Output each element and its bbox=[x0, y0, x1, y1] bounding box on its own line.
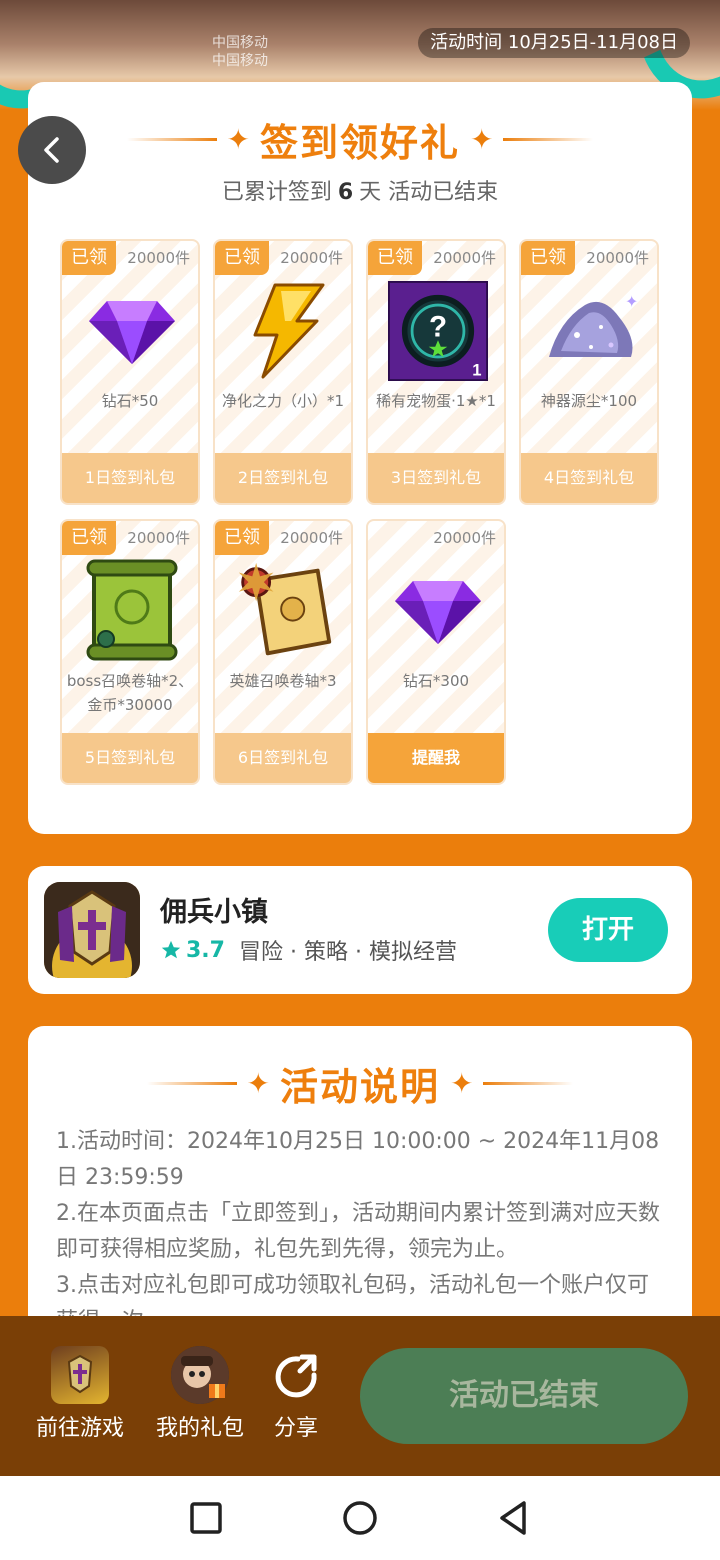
gift-name: 神器源尘*100 bbox=[540, 392, 638, 410]
gift-card-day3[interactable]: 已领 20000件 ? 1 稀有宠物蛋·1★*1 3日签到礼包 bbox=[366, 239, 506, 505]
claimed-tag: 已领 bbox=[521, 241, 575, 275]
app-name: 佣兵小镇 bbox=[160, 897, 268, 928]
signin-title-row: ✦ 签到领好礼 ✦ bbox=[28, 112, 692, 167]
back-button[interactable] bbox=[18, 116, 86, 184]
gift-name: 英雄召唤卷轴*3 bbox=[229, 672, 337, 690]
gift-card-day7[interactable]: 20000件 钻石*300 提醒我 bbox=[366, 519, 506, 785]
gift-button[interactable]: 3日签到礼包 bbox=[368, 453, 504, 503]
description-title-row: ✦ 活动说明 ✦ bbox=[28, 1056, 692, 1111]
share-button[interactable]: 分享 bbox=[266, 1346, 326, 1442]
app-meta: 3.7 冒险 · 策略 · 模拟经营 bbox=[160, 934, 457, 966]
gift-button[interactable]: 4日签到礼包 bbox=[521, 453, 657, 503]
gift-name: 钻石*300 bbox=[402, 672, 470, 690]
gift-name: 稀有宠物蛋·1★*1 bbox=[376, 392, 496, 410]
gift-button[interactable]: 6日签到礼包 bbox=[215, 733, 351, 783]
description-line: 2.在本页面点击「立即签到」，活动期间内累计签到满对应天数即可获得相应奖励，礼包… bbox=[56, 1201, 660, 1262]
sparkle-icon: ✦ bbox=[226, 122, 250, 156]
gift-button[interactable]: 5日签到礼包 bbox=[62, 733, 198, 783]
divider bbox=[126, 138, 217, 141]
claimed-tag: 已领 bbox=[215, 521, 269, 555]
artifact-dust-icon: ✦ bbox=[541, 281, 641, 381]
signin-days-count: 6 bbox=[337, 180, 354, 205]
gift-grid: 已领 20000件 钻石*50 1日签到礼包 已领 20000件 净化之力（小）… bbox=[60, 239, 660, 785]
gift-name: boss召唤卷轴*2、金币*30000 bbox=[66, 672, 194, 714]
gift-stock: 20000件 bbox=[433, 249, 496, 267]
description-text: 1.活动时间：2024年10月25日 10:00:00 ~ 2024年11月08… bbox=[56, 1124, 670, 1340]
gift-card-day6[interactable]: 已领 20000件 英雄召唤卷轴*3 6日签到礼包 bbox=[213, 519, 353, 785]
signin-title: 签到领好礼 bbox=[259, 121, 460, 165]
app-icon[interactable] bbox=[44, 882, 140, 978]
claimed-tag: 已领 bbox=[62, 241, 116, 275]
chevron-left-icon bbox=[44, 137, 59, 163]
carrier-line: 中国移动 bbox=[212, 53, 268, 69]
open-app-button[interactable]: 打开 bbox=[548, 898, 668, 962]
gift-stock: 20000件 bbox=[280, 529, 343, 547]
home-icon[interactable] bbox=[340, 1498, 380, 1538]
gift-name: 钻石*50 bbox=[101, 392, 159, 410]
svg-text:✦: ✦ bbox=[625, 292, 638, 311]
remind-me-button[interactable]: 提醒我 bbox=[368, 733, 504, 783]
sparkle-icon: ✦ bbox=[470, 122, 494, 156]
gift-stock: 20000件 bbox=[127, 529, 190, 547]
hero-scroll-icon bbox=[235, 561, 335, 661]
sparkle-icon: ✦ bbox=[246, 1066, 270, 1100]
game-icon bbox=[51, 1346, 109, 1404]
green-scroll-icon bbox=[82, 559, 182, 661]
description-title: 活动说明 bbox=[279, 1065, 440, 1109]
carrier-line: 中国移动 bbox=[212, 35, 268, 51]
divider bbox=[483, 1082, 574, 1085]
purple-gem-icon bbox=[82, 281, 182, 381]
gift-stock: 20000件 bbox=[586, 249, 649, 267]
system-nav-bar bbox=[0, 1476, 720, 1560]
bottom-action-bar: 前往游戏 我的礼包 分享 活动已结束 bbox=[0, 1316, 720, 1476]
divider bbox=[503, 138, 594, 141]
go-game-button[interactable]: 前往游戏 bbox=[30, 1346, 130, 1442]
gift-stock: 20000件 bbox=[127, 249, 190, 267]
gift-button[interactable]: 1日签到礼包 bbox=[62, 453, 198, 503]
avatar-gift-icon bbox=[171, 1346, 229, 1404]
gift-card-day2[interactable]: 已领 20000件 净化之力（小）*1 2日签到礼包 bbox=[213, 239, 353, 505]
purple-gem-icon bbox=[388, 561, 488, 661]
gift-button[interactable]: 2日签到礼包 bbox=[215, 453, 351, 503]
gift-stock: 20000件 bbox=[280, 249, 343, 267]
go-game-label: 前往游戏 bbox=[35, 1416, 124, 1441]
gift-card-day1[interactable]: 已领 20000件 钻石*50 1日签到礼包 bbox=[60, 239, 200, 505]
share-label: 分享 bbox=[273, 1416, 318, 1441]
gift-card-day5[interactable]: 已领 20000件 boss召唤卷轴*2、金币*30000 5日签到礼包 bbox=[60, 519, 200, 785]
signin-status-prefix: 已累计签到 bbox=[221, 180, 332, 205]
gift-name: 净化之力（小）*1 bbox=[221, 392, 345, 410]
lightning-icon bbox=[235, 281, 335, 381]
divider bbox=[146, 1082, 237, 1085]
claimed-tag: 已领 bbox=[368, 241, 422, 275]
my-gifts-button[interactable]: 我的礼包 bbox=[150, 1346, 250, 1442]
claimed-tag: 已领 bbox=[215, 241, 269, 275]
activity-ended-button[interactable]: 活动已结束 bbox=[360, 1348, 688, 1444]
svg-text:?: ? bbox=[429, 311, 447, 344]
my-gifts-label: 我的礼包 bbox=[155, 1416, 244, 1441]
app-tags: 冒险 · 策略 · 模拟经营 bbox=[238, 940, 457, 965]
gift-stock: 20000件 bbox=[433, 529, 496, 547]
description-line: 1.活动时间：2024年10月25日 10:00:00 ~ 2024年11月08… bbox=[56, 1129, 660, 1190]
star-icon bbox=[161, 940, 181, 959]
signin-card: ✦ 签到领好礼 ✦ 已累计签到 6 天 活动已结束 已领 20000件 钻石*50 … bbox=[28, 82, 692, 834]
svg-text:1: 1 bbox=[472, 360, 481, 379]
gift-card-day4[interactable]: 已领 20000件 ✦ 神器源尘*100 4日签到礼包 bbox=[519, 239, 659, 505]
activity-time-badge: 活动时间 10月25日-11月08日 bbox=[418, 28, 690, 58]
back-nav-icon[interactable] bbox=[494, 1498, 534, 1538]
app-rating-value: 3.7 bbox=[186, 937, 225, 963]
signin-status-suffix: 天 活动已结束 bbox=[359, 180, 499, 205]
carrier-text: 中国移动 中国移动 bbox=[212, 34, 268, 70]
sparkle-icon: ✦ bbox=[450, 1066, 474, 1100]
app-card: 佣兵小镇 3.7 冒险 · 策略 · 模拟经营 打开 bbox=[28, 866, 692, 994]
signin-status: 已累计签到 6 天 活动已结束 bbox=[28, 174, 692, 206]
app-rating: 3.7 bbox=[160, 938, 225, 963]
claimed-tag: 已领 bbox=[62, 521, 116, 555]
mystery-pet-egg-icon: ? 1 bbox=[388, 281, 488, 381]
recent-apps-icon[interactable] bbox=[186, 1498, 226, 1538]
share-icon bbox=[267, 1346, 325, 1404]
